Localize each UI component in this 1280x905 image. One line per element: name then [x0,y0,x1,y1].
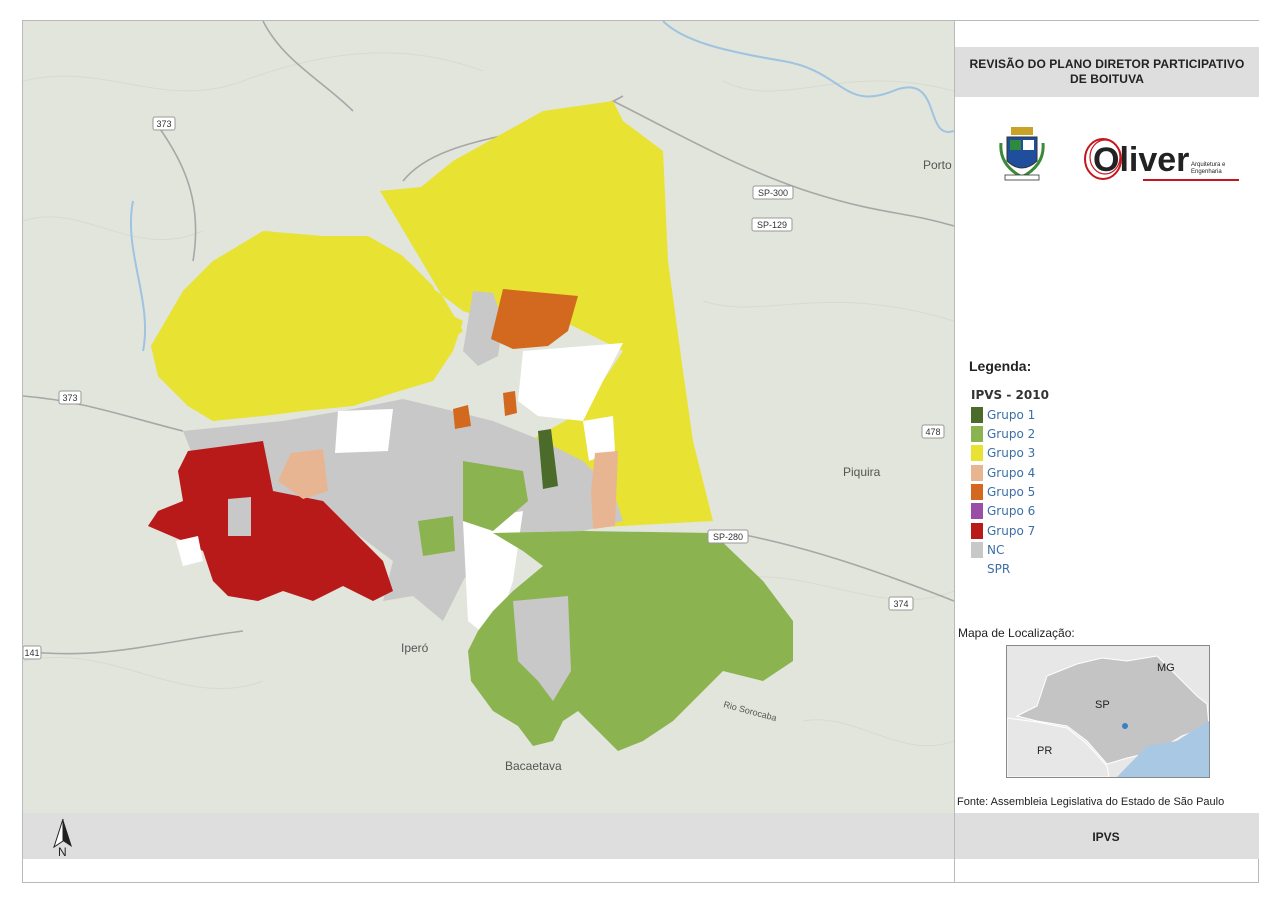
title-band: REVISÃO DO PLANO DIRETOR PARTICIPATIVO D… [955,47,1259,97]
svg-text:374: 374 [893,599,908,609]
svg-text:SP-129: SP-129 [757,220,787,230]
svg-text:Engenharia: Engenharia [1191,169,1222,175]
legend-swatch [971,503,983,519]
svg-text:PR: PR [1037,745,1052,757]
zone-grupo-4-east [591,451,618,529]
road-shield-sp280: SP-280 [707,529,749,544]
source-note: Fonte: Assembleia Legislativa do Estado … [957,796,1225,808]
legend-swatch [971,426,983,442]
side-panel: REVISÃO DO PLANO DIRETOR PARTICIPATIVO D… [954,21,1259,813]
location-map: MG SP PR [1006,645,1210,778]
label-porto: Porto [923,158,952,172]
legend-swatch [971,542,983,558]
road-shield-374: 374 [888,596,914,611]
location-marker-icon [1122,723,1128,729]
north-label: N [58,845,67,859]
label-ipero: Iperó [401,641,429,655]
svg-text:141: 141 [24,648,39,658]
legend-item-nc: NC [971,542,1004,558]
legend-item-grupo-7: Grupo 7 [971,523,1035,539]
road-shield-sp129: SP-129 [751,217,793,232]
svg-text:478: 478 [925,427,940,437]
svg-text:Arquitetura e: Arquitetura e [1191,162,1226,168]
label-piquira: Piquira [843,465,881,479]
svg-text:SP: SP [1095,699,1110,711]
road-shield-478: 478 [921,424,945,439]
page-title-line2: DE BOITUVA [1069,72,1145,86]
svg-text:373: 373 [156,119,171,129]
road-shield-sp300: SP-300 [752,185,794,200]
legend-item-grupo-1: Grupo 1 [971,407,1035,423]
legend-item-grupo-2: Grupo 2 [971,426,1035,442]
legend-swatch [971,561,983,577]
coat-of-arms-icon [999,127,1045,181]
oliver-logo: Oliver Arquitetura e Engenharia [1084,138,1239,181]
road-shield-373b: 373 [58,390,82,405]
page-title-line1: REVISÃO DO PLANO DIRETOR PARTICIPATIVO [969,57,1245,71]
location-map-title: Mapa de Localização: [958,626,1075,640]
road-shield-373a: 373 [152,116,176,131]
logos: Oliver Arquitetura e Engenharia [955,121,1259,191]
legend-item-grupo-3: Grupo 3 [971,445,1035,461]
legend-title: Legenda: [969,358,1032,374]
legend-item-grupo-6: Grupo 6 [971,503,1035,519]
legend-swatch [971,445,983,461]
legend-swatch [971,523,983,539]
ipvs-map[interactable]: Porto Piquira Iperó Bacaetava Rio Soroca… [23,21,954,813]
svg-text:SP-300: SP-300 [758,188,788,198]
legend-subtitle: IPVS - 2010 [971,388,1049,402]
legend-swatch [971,484,983,500]
zone-spr-2 [335,409,393,453]
svg-text:MG: MG [1157,662,1175,674]
footer-map-name: IPVS [1092,830,1120,844]
svg-text:SP-280: SP-280 [713,532,743,542]
legend-swatch [971,407,983,423]
road-shield-141: 141 [23,645,42,660]
legend-item-grupo-4: Grupo 4 [971,465,1035,481]
svg-text:373: 373 [62,393,77,403]
oliver-brand-text: Oliver [1093,141,1189,179]
legend-swatch [971,465,983,481]
legend-item-spr: SPR [971,561,1010,577]
label-bacaetava: Bacaetava [505,759,562,773]
legend-item-grupo-5: Grupo 5 [971,484,1035,500]
footer-divider [954,813,955,883]
